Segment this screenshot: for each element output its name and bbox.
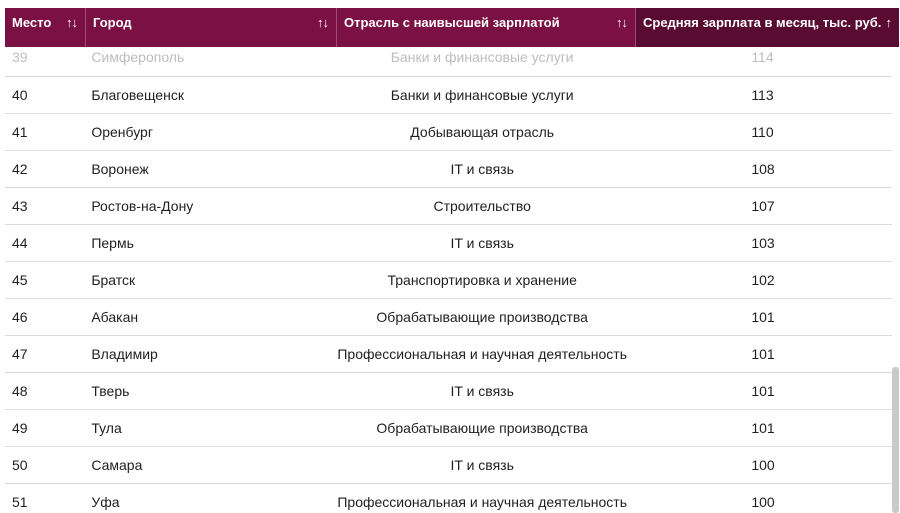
city-cell: Владимир (91, 346, 158, 362)
sort-arrows-icon[interactable]: ↑↓ (317, 16, 329, 30)
place-cell: 39 (12, 49, 28, 65)
table-header: Место ↑↓ Город ↑↓ Отрасль с наивысшей за… (5, 8, 899, 47)
salary-cell: 101 (751, 309, 775, 325)
table-row: 51 Уфа Профессиональная и научная деятел… (5, 484, 892, 513)
place-cell: 50 (12, 457, 28, 473)
city-cell: Тверь (91, 383, 130, 399)
header-salary[interactable]: Средняя зарплата в месяц, тыс. руб. ↑ (636, 8, 899, 47)
salary-cell: 101 (751, 346, 775, 362)
header-salary-label: Средняя зарплата в месяц, тыс. руб. (643, 15, 882, 30)
place-cell: 43 (12, 198, 28, 214)
sort-up-icon[interactable]: ↑ (886, 16, 892, 30)
place-cell: 49 (12, 420, 28, 436)
place-cell: 41 (12, 124, 28, 140)
salary-cell: 113 (751, 87, 774, 103)
place-cell: 45 (12, 272, 28, 288)
table-row: 41 Оренбург Добывающая отрасль 110 (5, 114, 892, 151)
city-cell: Тула (91, 420, 122, 436)
header-city-label: Город (93, 15, 132, 30)
city-cell: Абакан (91, 309, 139, 325)
industry-cell: Профессиональная и научная деятельность (337, 346, 628, 362)
salary-cell: 107 (751, 198, 775, 214)
table-row: 48 Тверь IT и связь 101 (5, 373, 892, 410)
salary-cell: 110 (751, 124, 774, 140)
salary-cell: 103 (751, 235, 775, 251)
industry-cell: Профессиональная и научная деятельность (337, 494, 628, 510)
place-cell: 44 (12, 235, 28, 251)
industry-cell: Банки и финансовые услуги (390, 87, 574, 103)
salary-cell: 108 (751, 161, 775, 177)
header-place[interactable]: Место ↑↓ (5, 8, 86, 47)
city-cell: Братск (91, 272, 136, 288)
salary-cell: 101 (751, 383, 775, 399)
header-industry[interactable]: Отрасль с наивысшей зарплатой ↑↓ (337, 8, 636, 47)
table-row: 42 Воронеж IT и связь 108 (5, 151, 892, 188)
industry-cell: Обрабатывающие производства (376, 309, 588, 325)
industry-cell: Добывающая отрасль (410, 124, 555, 140)
industry-cell: IT и связь (450, 161, 514, 177)
city-cell: Пермь (91, 235, 134, 251)
table-row: 49 Тула Обрабатывающие производства 101 (5, 410, 892, 447)
salary-cell: 114 (751, 49, 774, 65)
salary-cell: 101 (751, 420, 775, 436)
header-city[interactable]: Город ↑↓ (86, 8, 337, 47)
industry-cell: Банки и финансовые услуги (390, 49, 574, 65)
industry-cell: Транспортировка и хранение (387, 272, 577, 288)
header-place-label: Место (12, 15, 52, 30)
place-cell: 51 (12, 494, 28, 510)
vertical-scrollbar[interactable] (892, 39, 899, 513)
salary-cell: 100 (751, 494, 775, 510)
table-body: 39 Симферополь Банки и финансовые услуги… (5, 38, 892, 513)
place-cell: 48 (12, 383, 28, 399)
city-cell: Самара (91, 457, 143, 473)
place-cell: 40 (12, 87, 28, 103)
place-cell: 42 (12, 161, 28, 177)
table-row: 45 Братск Транспортировка и хранение 102 (5, 262, 892, 299)
header-industry-label: Отрасль с наивысшей зарплатой (344, 15, 560, 30)
sort-arrows-icon[interactable]: ↑↓ (66, 16, 78, 30)
city-cell: Симферополь (91, 49, 185, 65)
place-cell: 47 (12, 346, 28, 362)
industry-cell: IT и связь (450, 383, 514, 399)
table-row: 40 Благовещенск Банки и финансовые услуг… (5, 77, 892, 114)
industry-cell: Обрабатывающие производства (376, 420, 588, 436)
industry-cell: IT и связь (450, 235, 514, 251)
industry-cell: Строительство (433, 198, 531, 214)
city-cell: Благовещенск (91, 87, 184, 103)
table-row: 47 Владимир Профессиональная и научная д… (5, 336, 892, 373)
salary-cell: 100 (751, 457, 775, 473)
table-row: 46 Абакан Обрабатывающие производства 10… (5, 299, 892, 336)
industry-cell: IT и связь (450, 457, 514, 473)
city-cell: Воронеж (91, 161, 149, 177)
table-row: 50 Самара IT и связь 100 (5, 447, 892, 484)
salary-table: 39 Симферополь Банки и финансовые услуги… (5, 8, 899, 513)
table-row: 43 Ростов-на-Дону Строительство 107 (5, 188, 892, 225)
place-cell: 46 (12, 309, 28, 325)
city-cell: Ростов-на-Дону (91, 198, 194, 214)
table-row: 44 Пермь IT и связь 103 (5, 225, 892, 262)
sort-arrows-icon[interactable]: ↑↓ (616, 16, 628, 30)
city-cell: Оренбург (91, 124, 153, 140)
scrollbar-thumb[interactable] (892, 367, 899, 513)
salary-cell: 102 (751, 272, 775, 288)
city-cell: Уфа (91, 494, 120, 510)
